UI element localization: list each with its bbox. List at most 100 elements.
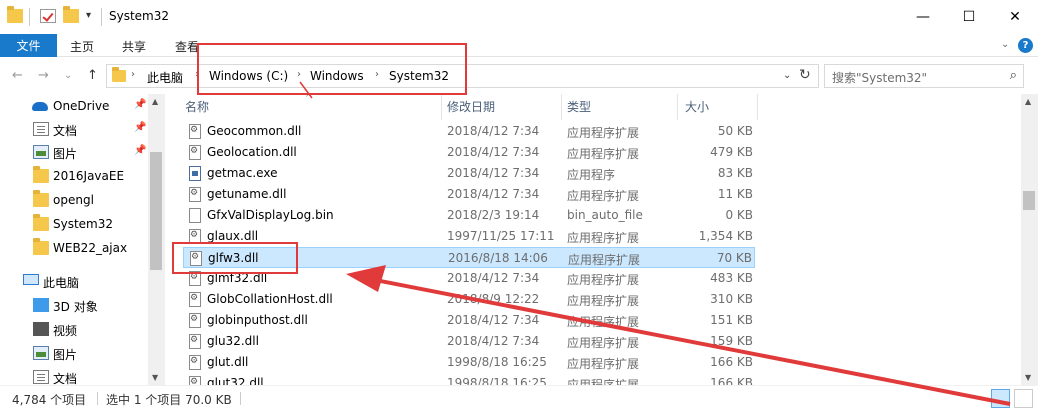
scroll-up-icon[interactable]: ▲ xyxy=(152,97,158,106)
file-name: GlobCollationHost.dll xyxy=(207,292,333,306)
nav-item-pictures[interactable]: 图片 📌 xyxy=(0,141,148,163)
expand-ribbon-icon[interactable]: ⌄ xyxy=(1001,39,1009,50)
search-placeholder: 搜索"System32" xyxy=(832,71,928,85)
scroll-thumb[interactable] xyxy=(1023,191,1035,210)
file-name: glaux.dll xyxy=(207,229,259,243)
dll-file-icon xyxy=(189,334,201,349)
item-count: 4,784 个项目 xyxy=(12,393,87,407)
scroll-up-icon[interactable]: ▲ xyxy=(1025,97,1031,106)
breadcrumb-separator[interactable]: › xyxy=(131,69,135,80)
dll-file-icon xyxy=(189,292,201,307)
dll-file-icon xyxy=(189,124,201,139)
selection-info: 选中 1 个项目 70.0 KB xyxy=(106,393,232,407)
file-size: 50 KB xyxy=(717,124,753,138)
dll-file-icon xyxy=(189,187,201,202)
minimize-button[interactable]: — xyxy=(900,0,946,34)
file-type: 应用程序扩展 xyxy=(567,273,640,287)
column-header-name[interactable]: 名称 xyxy=(185,98,209,115)
nav-item-onedrive[interactable]: OneDrive 📌 xyxy=(0,95,148,117)
table-row[interactable]: GlobCollationHost.dll 2018/8/9 12:22 应用程序扩… xyxy=(183,289,755,310)
nav-label: 图片 xyxy=(53,147,78,161)
table-row[interactable]: GfxValDisplayLog.bin 2018/2/3 19:14 bin_au… xyxy=(183,205,755,226)
pin-icon[interactable]: 📌 xyxy=(134,99,146,110)
divider xyxy=(757,94,758,120)
help-icon[interactable]: ? xyxy=(1018,38,1033,53)
nav-scrollbar[interactable]: ▲ ▼ xyxy=(148,94,165,385)
tab-file[interactable]: 文件 xyxy=(0,34,57,57)
up-icon[interactable]: ↑ xyxy=(87,68,98,83)
nav-label: OneDrive xyxy=(53,99,110,113)
maximize-button[interactable]: ☐ xyxy=(946,0,992,34)
file-date: 2018/4/12 7:34 xyxy=(447,271,540,285)
divider xyxy=(677,94,678,120)
column-header-size[interactable]: 大小 xyxy=(685,98,709,115)
dll-file-icon xyxy=(189,313,201,328)
details-view-button[interactable] xyxy=(991,389,1010,408)
pin-icon[interactable]: 📌 xyxy=(134,145,146,156)
large-icons-view-button[interactable] xyxy=(1014,389,1033,408)
close-button[interactable]: ✕ xyxy=(992,0,1038,34)
forward-icon[interactable]: → xyxy=(38,68,49,83)
nav-item-web22-ajax[interactable]: WEB22_ajax xyxy=(0,237,148,259)
file-type: bin_auto_file xyxy=(567,208,643,222)
3d-objects-icon xyxy=(33,298,49,312)
nav-label: System32 xyxy=(53,217,114,231)
table-row[interactable]: Geolocation.dll 2018/4/12 7:34 应用程序扩展 479 K… xyxy=(183,142,755,163)
tab-share[interactable]: 共享 xyxy=(122,38,146,55)
file-date: 2018/8/9 12:22 xyxy=(447,292,540,306)
onedrive-icon xyxy=(32,102,48,111)
scroll-down-icon[interactable]: ▼ xyxy=(1025,373,1031,382)
file-name: glut.dll xyxy=(207,355,249,369)
nav-item-2016javaee[interactable]: 2016JavaEE xyxy=(0,165,148,187)
nav-item-this-pc[interactable]: 此电脑 xyxy=(0,270,148,292)
tab-home[interactable]: 主页 xyxy=(70,38,94,55)
documents-icon xyxy=(33,122,49,136)
file-size: 11 KB xyxy=(717,187,753,201)
nav-item-videos[interactable]: 视频 xyxy=(0,318,148,340)
file-date: 2016/8/18 14:06 xyxy=(448,251,548,265)
search-icon[interactable]: ⌕ xyxy=(1010,68,1017,83)
refresh-icon[interactable]: ↻ xyxy=(799,67,811,83)
file-size: 483 KB xyxy=(710,271,753,285)
table-row[interactable]: glut.dll 1998/8/18 16:25 应用程序扩展 166 KB xyxy=(183,352,755,373)
file-list-scrollbar[interactable]: ▲ ▼ xyxy=(1021,94,1038,385)
exe-file-icon xyxy=(189,166,201,181)
table-row[interactable]: Geocommon.dll 2018/4/12 7:34 应用程序扩展 50 KB xyxy=(183,121,755,142)
nav-item-documents[interactable]: 文档 📌 xyxy=(0,118,148,140)
this-pc-icon xyxy=(23,274,39,285)
nav-item-opengl[interactable]: opengl xyxy=(0,189,148,211)
pin-icon[interactable]: 📌 xyxy=(134,122,146,133)
folder-icon[interactable] xyxy=(7,6,23,23)
table-row[interactable]: glu32.dll 2018/4/12 7:34 应用程序扩展 159 KB xyxy=(183,331,755,352)
tab-view[interactable]: 查看 xyxy=(175,38,199,55)
back-icon[interactable]: ← xyxy=(12,68,23,83)
file-type: 应用程序 xyxy=(567,168,616,182)
scroll-thumb[interactable] xyxy=(150,152,162,270)
nav-item-system32[interactable]: System32 xyxy=(0,213,148,235)
nav-item-3d-objects[interactable]: 3D 对象 xyxy=(0,294,148,316)
file-size: 159 KB xyxy=(710,334,753,348)
file-type: 应用程序扩展 xyxy=(567,315,640,329)
nav-item-pictures-2[interactable]: 图片 xyxy=(0,342,148,364)
scroll-down-icon[interactable]: ▼ xyxy=(152,373,158,382)
nav-label: 视频 xyxy=(53,324,78,338)
table-row[interactable]: globinputhost.dll 2018/4/12 7:34 应用程序扩展 151… xyxy=(183,310,755,331)
divider xyxy=(29,8,30,26)
breadcrumb-this-pc[interactable]: 此电脑 xyxy=(147,69,183,86)
pictures-icon xyxy=(33,145,49,159)
file-size: 166 KB xyxy=(710,355,753,369)
table-row[interactable]: getmac.exe 2018/4/12 7:34 应用程序 83 KB xyxy=(183,163,755,184)
column-header-type[interactable]: 类型 xyxy=(567,98,591,115)
table-row[interactable]: getuname.dll 2018/4/12 7:34 应用程序扩展 11 KB xyxy=(183,184,755,205)
properties-check-icon[interactable] xyxy=(40,9,56,23)
recent-locations-icon[interactable]: ⌄ xyxy=(64,70,72,81)
address-dropdown-icon[interactable]: ⌄ xyxy=(783,70,791,81)
file-size: 83 KB xyxy=(717,166,753,180)
search-input[interactable]: 搜索"System32" ⌕ xyxy=(824,64,1024,88)
column-header-date[interactable]: 修改日期 xyxy=(447,98,495,115)
quick-access-dropdown-icon[interactable]: ▾ xyxy=(86,10,91,21)
file-size: 479 KB xyxy=(710,145,753,159)
nav-label: 3D 对象 xyxy=(53,300,98,314)
file-name: GfxValDisplayLog.bin xyxy=(207,208,334,222)
new-folder-icon[interactable] xyxy=(63,6,79,23)
